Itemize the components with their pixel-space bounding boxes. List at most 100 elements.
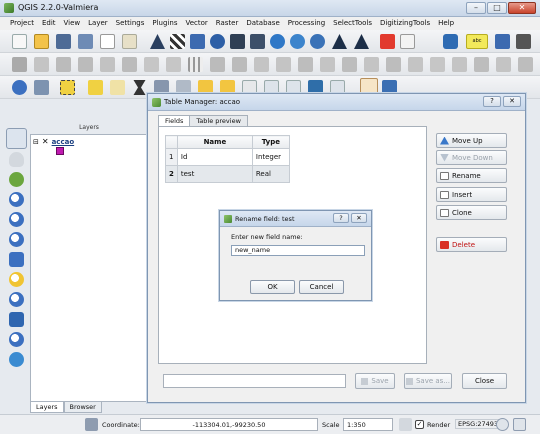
select-features-icon[interactable] xyxy=(60,80,75,95)
add-vector-layer-icon[interactable] xyxy=(150,34,165,49)
add-spatialite-layer-icon[interactable] xyxy=(210,34,225,49)
hand-pan-icon[interactable] xyxy=(9,152,24,167)
run-feature-action-icon[interactable] xyxy=(34,80,49,95)
toggle-editing-icon[interactable] xyxy=(12,57,27,72)
new-project-icon[interactable] xyxy=(12,34,27,49)
cut-features-icon[interactable] xyxy=(144,57,159,72)
more-tools-icon[interactable] xyxy=(516,34,531,49)
split-parts-icon[interactable] xyxy=(518,57,533,72)
zoom-next-icon[interactable] xyxy=(9,332,24,347)
rotate-point-symbols-icon[interactable] xyxy=(474,57,489,72)
menu-processing[interactable]: Processing xyxy=(284,17,329,30)
menu-database[interactable]: Database xyxy=(242,17,283,30)
new-print-composer-icon[interactable] xyxy=(100,34,115,49)
abc-labeling-icon[interactable]: abc xyxy=(466,34,488,49)
layer-item[interactable]: ⊟ ✕ accao xyxy=(33,137,74,146)
cancel-button[interactable]: Cancel xyxy=(299,280,344,294)
maximize-button[interactable]: □ xyxy=(487,2,507,14)
menu-settings[interactable]: Settings xyxy=(112,17,149,30)
close-window-button[interactable]: ✕ xyxy=(508,2,536,14)
menu-help[interactable]: Help xyxy=(434,17,458,30)
save-button[interactable]: Save xyxy=(355,373,395,389)
new-shapefile-layer-icon[interactable] xyxy=(332,34,347,49)
rename-help-button[interactable]: ? xyxy=(333,213,349,223)
redo-icon[interactable] xyxy=(232,57,247,72)
add-postgis-layer-icon[interactable] xyxy=(190,34,205,49)
new-layer-icon[interactable] xyxy=(400,34,415,49)
column-header-type[interactable]: Type xyxy=(251,135,290,149)
delete-ring-icon[interactable] xyxy=(342,57,357,72)
python-console-icon[interactable] xyxy=(495,34,510,49)
merge-features-icon[interactable] xyxy=(430,57,445,72)
column-header-name[interactable]: Name xyxy=(176,135,253,149)
move-feature-icon[interactable] xyxy=(78,57,93,72)
copy-features-icon[interactable] xyxy=(166,57,181,72)
add-mssql-layer-icon[interactable] xyxy=(230,34,245,49)
identify-icon[interactable] xyxy=(12,80,27,95)
ok-button[interactable]: OK xyxy=(250,280,295,294)
field-name-cell[interactable]: Id xyxy=(176,148,253,166)
merge-attributes-icon[interactable] xyxy=(452,57,467,72)
zoom-out-icon[interactable] xyxy=(9,212,24,227)
add-wms-layer-icon[interactable] xyxy=(270,34,285,49)
tab-layers[interactable]: Layers xyxy=(30,402,64,413)
output-path-field[interactable] xyxy=(163,374,346,388)
reshape-icon[interactable] xyxy=(364,57,379,72)
close-dialog-button[interactable]: ✕ xyxy=(503,96,521,107)
crs-projection-icon[interactable] xyxy=(496,418,509,431)
collapse-icon[interactable]: ⊟ xyxy=(33,138,39,146)
field-type-cell[interactable]: Real xyxy=(251,165,290,183)
refresh-icon[interactable] xyxy=(9,352,24,367)
zoom-last-icon[interactable] xyxy=(9,312,24,327)
field-name-cell[interactable]: test xyxy=(176,165,253,183)
menu-plugins[interactable]: Plugins xyxy=(148,17,181,30)
add-part-icon[interactable] xyxy=(320,57,335,72)
menu-view[interactable]: View xyxy=(60,17,85,30)
simplify-icon[interactable] xyxy=(276,57,291,72)
render-checkbox[interactable]: ✓ xyxy=(415,420,424,429)
field-calculator-icon[interactable] xyxy=(133,80,146,95)
pan-map-icon[interactable] xyxy=(6,128,27,149)
rename-button[interactable]: Rename xyxy=(436,168,507,183)
pan-to-selection-icon[interactable] xyxy=(9,172,24,187)
tab-browser[interactable]: Browser xyxy=(63,402,102,413)
save-as-button[interactable]: Save as... xyxy=(404,373,452,389)
coordinate-toggle-icon[interactable] xyxy=(85,418,98,431)
save-edits-icon[interactable] xyxy=(34,57,49,72)
fill-ring-icon[interactable] xyxy=(496,57,511,72)
layer-name[interactable]: accao xyxy=(52,138,75,146)
rotate-feature-icon[interactable] xyxy=(254,57,269,72)
offset-curve-icon[interactable] xyxy=(386,57,401,72)
save-as-icon[interactable] xyxy=(78,34,93,49)
add-wfs-layer-icon[interactable] xyxy=(310,34,325,49)
undo-icon[interactable] xyxy=(210,57,225,72)
move-up-button[interactable]: Move Up xyxy=(436,133,507,148)
rename-close-button[interactable]: ✕ xyxy=(351,213,367,223)
database-icon[interactable] xyxy=(443,34,458,49)
zoom-to-layer-icon[interactable] xyxy=(9,292,24,307)
menu-edit[interactable]: Edit xyxy=(38,17,60,30)
node-tool-icon[interactable] xyxy=(100,57,115,72)
save-project-icon[interactable] xyxy=(56,34,71,49)
menu-raster[interactable]: Raster xyxy=(212,17,243,30)
add-oracle-layer-icon[interactable] xyxy=(250,34,265,49)
messages-icon[interactable] xyxy=(513,418,526,431)
menu-selecttools[interactable]: SelectTools xyxy=(329,17,376,30)
scale-combobox[interactable]: 1:350 xyxy=(343,418,393,431)
zoom-native-icon[interactable] xyxy=(9,232,24,247)
move-down-button[interactable]: Move Down xyxy=(436,150,507,165)
table-row[interactable]: 2 test Real xyxy=(165,165,290,183)
table-row[interactable]: 1 Id Integer xyxy=(165,148,290,166)
row-number[interactable]: 2 xyxy=(165,165,178,183)
visibility-checkbox[interactable]: ✕ xyxy=(42,137,49,146)
composer-manager-icon[interactable] xyxy=(122,34,137,49)
tab-table-preview[interactable]: Table preview xyxy=(189,115,248,126)
close-button[interactable]: Close xyxy=(462,373,507,389)
new-spatialite-layer-icon[interactable] xyxy=(354,34,369,49)
add-feature-icon[interactable] xyxy=(56,57,71,72)
menu-layer[interactable]: Layer xyxy=(84,17,112,30)
rotation-lock-icon[interactable] xyxy=(399,418,412,431)
add-raster-layer-icon[interactable] xyxy=(170,34,185,49)
menu-vector[interactable]: Vector xyxy=(181,17,211,30)
clone-button[interactable]: Clone xyxy=(436,205,507,220)
